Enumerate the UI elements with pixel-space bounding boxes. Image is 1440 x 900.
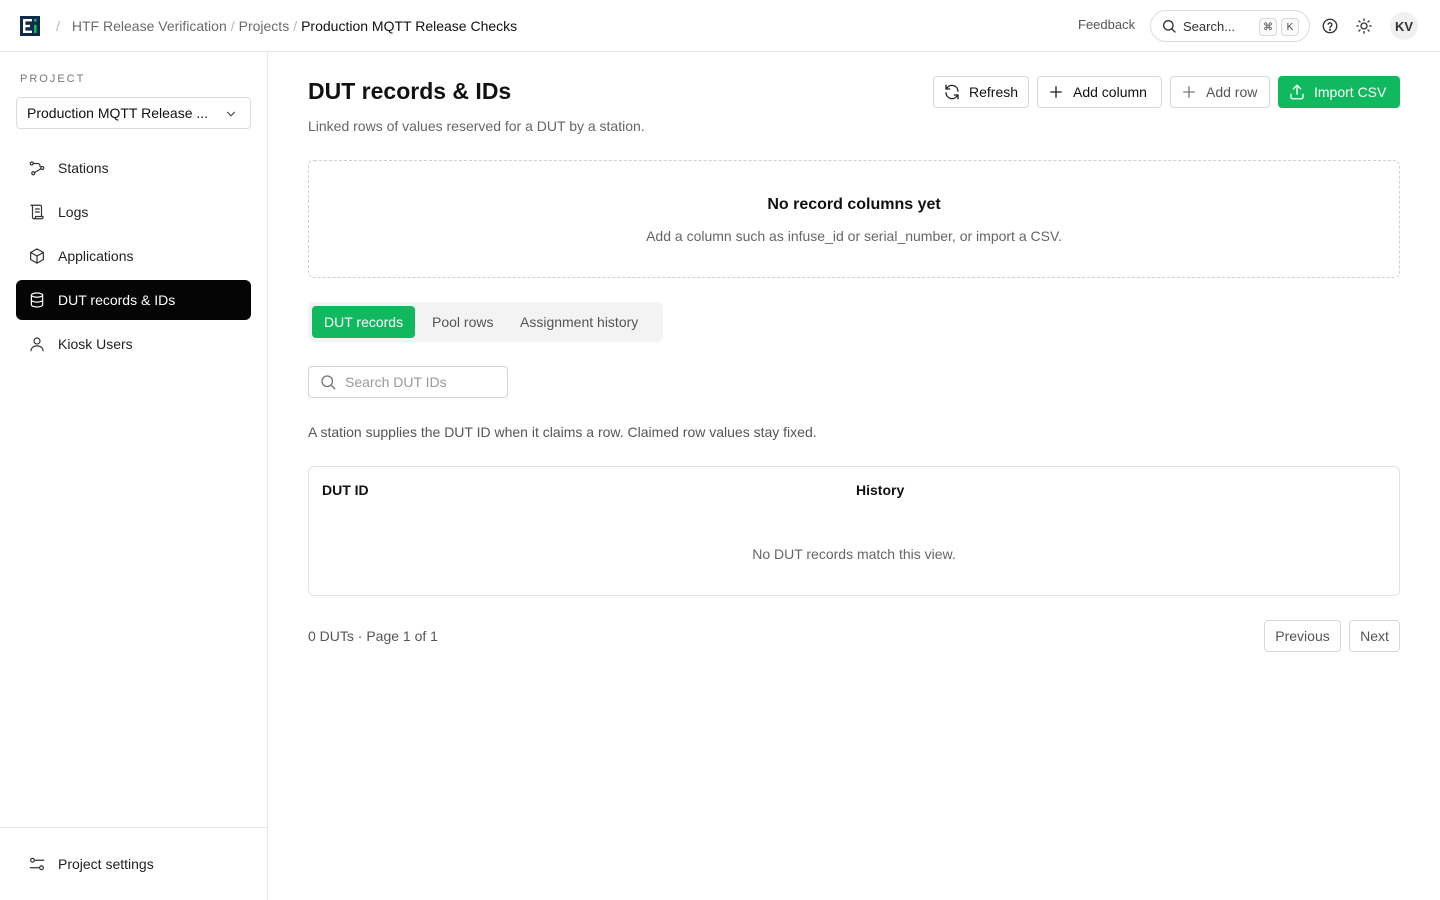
feedback-link[interactable]: Feedback [1078, 17, 1135, 32]
column-header-history: History [856, 482, 905, 498]
app-logo-icon[interactable] [20, 16, 40, 36]
workflow-icon [29, 161, 45, 176]
theme-toggle-icon[interactable] [1355, 17, 1373, 35]
dut-search-input[interactable] [345, 374, 495, 390]
breadcrumb: / HTF Release Verification / Projects / … [56, 18, 518, 34]
project-settings-label: Project settings [58, 856, 154, 872]
column-header-dut-id: DUT ID [322, 482, 369, 498]
project-select[interactable]: Production MQTT Release ... [16, 97, 251, 129]
tab-list: DUT records Pool rows Assignment history [308, 302, 663, 342]
next-page-button[interactable]: Next [1349, 620, 1400, 652]
top-bar: / HTF Release Verification / Projects / … [0, 0, 1440, 52]
empty-columns-title: No record columns yet [767, 196, 941, 213]
sidebar-item-logs[interactable]: Logs [16, 192, 251, 232]
refresh-icon [945, 84, 959, 100]
tab-pool-rows[interactable]: Pool rows [420, 306, 505, 338]
sidebar-item-project-settings[interactable]: Project settings [28, 855, 154, 873]
scroll-icon [30, 204, 44, 220]
kbd-cmd: ⌘ [1259, 18, 1277, 36]
pagination-info: 0 DUTs · Page 1 of 1 [308, 628, 438, 644]
table-empty-message: No DUT records match this view. [752, 546, 956, 562]
project-section-label: PROJECT [20, 73, 86, 85]
project-select-value: Production MQTT Release ... [27, 105, 209, 121]
add-column-label: Add column [1073, 84, 1147, 100]
upload-icon [1290, 84, 1304, 100]
claim-hint: A station supplies the DUT ID when it cl… [308, 424, 817, 440]
sidebar-footer: Project settings [0, 827, 267, 900]
add-row-button[interactable]: Add row [1170, 76, 1270, 108]
sidebar-item-label: Applications [58, 248, 134, 264]
page-subtitle: Linked rows of values reserved for a DUT… [308, 118, 645, 134]
sliders-icon [29, 857, 45, 871]
import-csv-button[interactable]: Import CSV [1278, 76, 1400, 108]
tab-assignment-history[interactable]: Assignment history [508, 306, 650, 338]
sidebar-nav: Stations Logs Applications DUT records &… [16, 148, 251, 368]
kbd-k: K [1281, 18, 1299, 36]
dut-search [308, 366, 508, 398]
plus-icon [1183, 86, 1195, 98]
global-search-button[interactable]: Search... ⌘ K [1150, 10, 1310, 42]
dut-table: DUT ID History No DUT records match this… [308, 466, 1400, 596]
import-csv-label: Import CSV [1314, 84, 1387, 100]
sidebar-item-label: Logs [58, 204, 89, 220]
sidebar-item-applications[interactable]: Applications [16, 236, 251, 276]
search-label: Search... [1183, 18, 1236, 34]
empty-columns-subtitle: Add a column such as infuse_id or serial… [646, 228, 1062, 244]
database-icon [30, 292, 44, 308]
add-column-button[interactable]: Add column [1037, 76, 1162, 108]
breadcrumb-org[interactable]: HTF Release Verification [72, 18, 227, 34]
help-icon[interactable] [1321, 17, 1339, 35]
breadcrumb-current: Production MQTT Release Checks [301, 18, 518, 34]
empty-columns-panel: No record columns yet Add a column such … [308, 160, 1400, 278]
breadcrumb-projects[interactable]: Projects [239, 18, 290, 34]
chevron-down-icon [226, 111, 236, 117]
sidebar: PROJECT Production MQTT Release ... Stat… [0, 52, 268, 900]
sidebar-item-dut-records[interactable]: DUT records & IDs [16, 280, 251, 320]
refresh-button[interactable]: Refresh [933, 76, 1029, 108]
sidebar-item-label: DUT records & IDs [58, 292, 176, 308]
user-icon [30, 337, 44, 352]
page-title: DUT records & IDs [308, 78, 512, 104]
package-icon [30, 248, 44, 264]
plus-icon [1050, 86, 1062, 98]
tab-dut-records[interactable]: DUT records [312, 306, 416, 338]
sidebar-item-kiosk-users[interactable]: Kiosk Users [16, 324, 251, 364]
search-icon [1163, 20, 1176, 33]
sidebar-item-label: Kiosk Users [58, 336, 133, 352]
search-icon [321, 375, 336, 390]
sidebar-item-label: Stations [58, 160, 109, 176]
avatar[interactable]: KV [1390, 12, 1418, 40]
add-row-label: Add row [1206, 84, 1258, 100]
previous-page-button[interactable]: Previous [1264, 620, 1341, 652]
main-content: DUT records & IDs Linked rows of values … [268, 52, 1440, 900]
sidebar-item-stations[interactable]: Stations [16, 148, 251, 188]
refresh-label: Refresh [969, 84, 1019, 100]
